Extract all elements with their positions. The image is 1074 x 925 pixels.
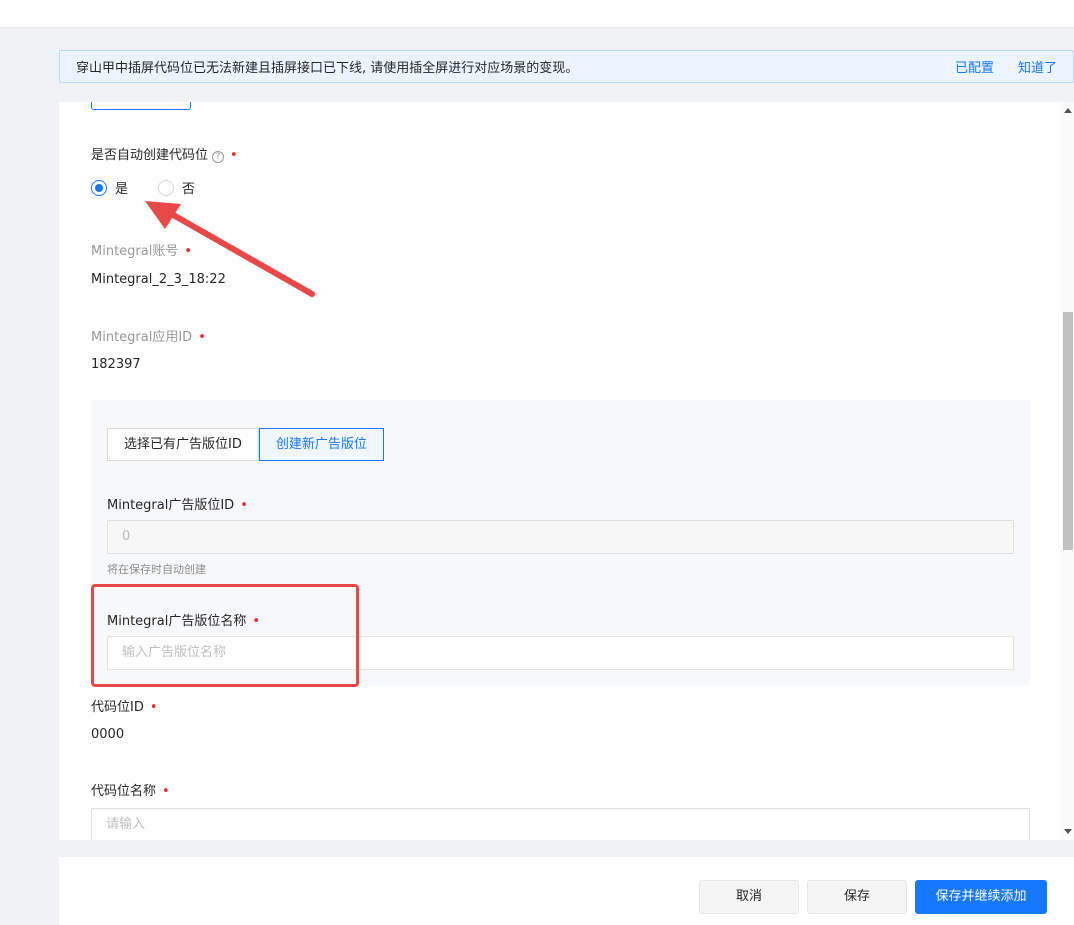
placement-tabs: 选择已有广告版位ID 创建新广告版位 bbox=[107, 428, 384, 461]
radio-no-dot[interactable] bbox=[158, 179, 175, 196]
code-id-label: 代码位ID • bbox=[91, 700, 158, 715]
radio-yes-label: 是 bbox=[115, 182, 129, 197]
placement-id-hint: 将在保存时自动创建 bbox=[107, 563, 206, 576]
account-value: Mintegral_2_3_18:22 bbox=[91, 272, 226, 287]
required-mark: • bbox=[230, 148, 238, 163]
placement-section: 选择已有广告版位ID 创建新广告版位 Mintegral广告版位ID • 0 将在… bbox=[91, 400, 1030, 686]
notice-got-it-link[interactable]: 知道了 bbox=[1018, 57, 1057, 76]
notice-banner: 穿山甲中插屏代码位已无法新建且插屏接口已下线, 请使用插全屏进行对应场景的变现。… bbox=[59, 50, 1074, 83]
radio-yes[interactable]: 是 bbox=[91, 178, 128, 197]
help-circle-icon[interactable]: ? bbox=[212, 151, 225, 163]
scrollbar[interactable] bbox=[1062, 102, 1074, 840]
radio-no[interactable]: 否 bbox=[158, 178, 195, 197]
save-button[interactable]: 保存 bbox=[807, 880, 907, 914]
placement-name-placeholder: 输入广告版位名称 bbox=[122, 645, 227, 660]
placement-name-label: Mintegral广告版位名称 • bbox=[107, 614, 261, 629]
clipped-button[interactable] bbox=[91, 102, 191, 110]
placement-id-field: 0 bbox=[107, 520, 1014, 554]
app-id-label: Mintegral应用ID • bbox=[91, 330, 206, 345]
notice-message: 穿山甲中插屏代码位已无法新建且插屏接口已下线, 请使用插全屏进行对应场景的变现。 bbox=[76, 61, 579, 76]
scrollbar-thumb[interactable] bbox=[1063, 312, 1073, 550]
save-continue-button[interactable]: 保存并继续添加 bbox=[915, 880, 1047, 914]
account-label: Mintegral账号 • bbox=[91, 244, 193, 259]
code-name-placeholder: 请输入 bbox=[106, 817, 146, 832]
scroll-up-icon[interactable] bbox=[1064, 108, 1072, 113]
radio-no-label: 否 bbox=[182, 182, 196, 197]
app-id-value: 182397 bbox=[91, 357, 141, 372]
auto-create-radio-group: 是 否 bbox=[91, 178, 225, 197]
notice-configured-link[interactable]: 已配置 bbox=[955, 57, 994, 76]
placement-name-input[interactable]: 输入广告版位名称 bbox=[107, 636, 1014, 670]
placement-id-label: Mintegral广告版位ID • bbox=[107, 498, 248, 513]
scroll-down-icon[interactable] bbox=[1064, 829, 1072, 834]
radio-yes-dot[interactable] bbox=[91, 179, 107, 196]
tab-select-existing[interactable]: 选择已有广告版位ID bbox=[107, 428, 259, 461]
code-name-input[interactable]: 请输入 bbox=[91, 808, 1030, 840]
tab-create-new[interactable]: 创建新广告版位 bbox=[258, 428, 384, 461]
form-panel: 是否自动创建代码位? • 是 否 Mintegral账号 • Mintegral_2… bbox=[59, 102, 1062, 840]
footer-bar: 取消 保存 保存并继续添加 bbox=[59, 857, 1074, 925]
auto-create-label: 是否自动创建代码位? • bbox=[91, 148, 238, 163]
code-name-label: 代码位名称 • bbox=[91, 784, 170, 799]
top-bar bbox=[0, 0, 1074, 28]
code-id-value: 0000 bbox=[91, 727, 125, 742]
cancel-button[interactable]: 取消 bbox=[699, 880, 799, 914]
